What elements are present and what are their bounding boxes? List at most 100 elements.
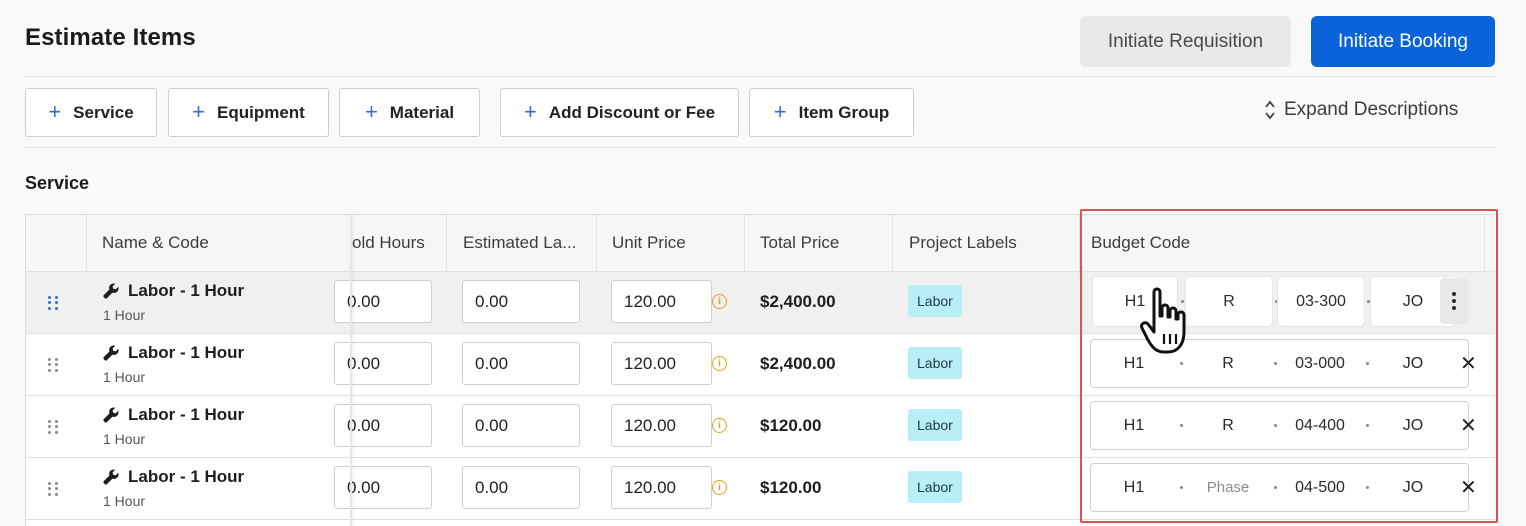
budget-segment-4[interactable]: JO bbox=[1370, 402, 1456, 449]
service-items-table: Name & Code old Hours Estimated La... Un… bbox=[25, 214, 1495, 526]
separator-dot bbox=[1366, 424, 1369, 427]
close-icon[interactable]: ✕ bbox=[1460, 413, 1477, 438]
item-name: Labor - 1 Hour bbox=[102, 405, 244, 425]
separator-dot bbox=[1367, 300, 1370, 303]
project-label-badge[interactable]: Labor bbox=[908, 471, 962, 503]
item-name-text: Labor - 1 Hour bbox=[128, 405, 245, 424]
add-item-group-button[interactable]: + Item Group bbox=[749, 88, 914, 137]
add-material-label: Material bbox=[389, 102, 455, 122]
drag-handle-icon[interactable] bbox=[48, 358, 60, 372]
item-name-text: Labor - 1 Hour bbox=[128, 343, 245, 362]
column-header-budget-code[interactable]: Budget Code bbox=[1091, 215, 1190, 271]
info-icon[interactable]: i bbox=[712, 294, 727, 309]
item-name: Labor - 1 Hour bbox=[102, 281, 244, 301]
budget-segment-4[interactable]: JO bbox=[1370, 464, 1456, 511]
more-options-icon[interactable] bbox=[1440, 278, 1468, 324]
add-service-label: Service bbox=[73, 102, 134, 122]
unit-price-input[interactable]: 120.00 bbox=[611, 342, 712, 385]
add-equipment-label: Equipment bbox=[217, 102, 305, 122]
add-discount-fee-label: Add Discount or Fee bbox=[548, 102, 716, 122]
add-discount-fee-button[interactable]: + Add Discount or Fee bbox=[500, 88, 739, 137]
item-code: 1 Hour bbox=[103, 493, 146, 509]
wrench-icon bbox=[103, 407, 119, 423]
plus-icon: + bbox=[773, 98, 787, 124]
unit-price-input[interactable]: 120.00 bbox=[611, 280, 712, 323]
separator-dot bbox=[1180, 424, 1183, 427]
add-material-button[interactable]: + Material bbox=[339, 88, 480, 137]
column-header-hours[interactable]: old Hours bbox=[352, 215, 425, 271]
unit-price-input[interactable]: 120.00 bbox=[611, 404, 712, 447]
estimated-labor-input[interactable]: 0.00 bbox=[462, 404, 580, 447]
budget-segment-4[interactable]: JO bbox=[1370, 340, 1456, 387]
total-price: $2,400.00 bbox=[760, 292, 836, 311]
page-title: Estimate Items bbox=[25, 24, 196, 51]
add-equipment-button[interactable]: + Equipment bbox=[168, 88, 329, 137]
budget-segment-2[interactable]: R bbox=[1185, 402, 1271, 449]
budget-segment-3[interactable]: 04-500 bbox=[1277, 464, 1363, 511]
drag-handle-icon[interactable] bbox=[48, 482, 60, 496]
hours-input[interactable]: 0.00 bbox=[334, 280, 432, 323]
total-price: $2,400.00 bbox=[760, 354, 836, 373]
info-icon[interactable]: i bbox=[712, 480, 727, 495]
project-label-badge[interactable]: Labor bbox=[908, 347, 962, 379]
info-icon[interactable]: i bbox=[712, 356, 727, 371]
budget-segment-3[interactable]: 04-400 bbox=[1277, 402, 1363, 449]
item-name-text: Labor - 1 Hour bbox=[128, 467, 245, 486]
unit-price-input[interactable]: 120.00 bbox=[611, 466, 712, 509]
close-icon[interactable]: ✕ bbox=[1460, 351, 1477, 376]
item-name: Labor - 1 Hour bbox=[102, 467, 244, 487]
budget-code-field[interactable]: H1 R 04-400 JO bbox=[1090, 401, 1469, 450]
budget-segment-1[interactable]: H1 bbox=[1091, 402, 1177, 449]
plus-icon: + bbox=[364, 98, 378, 124]
column-header-name[interactable]: Name & Code bbox=[102, 215, 209, 271]
hand-cursor-icon bbox=[1140, 287, 1186, 354]
add-service-button[interactable]: + Service bbox=[25, 88, 157, 137]
item-name: Labor - 1 Hour bbox=[102, 343, 244, 363]
budget-code-field[interactable]: H1 Phase 04-500 JO bbox=[1090, 463, 1469, 512]
separator-dot bbox=[1366, 362, 1369, 365]
initiate-requisition-button[interactable]: Initiate Requisition bbox=[1080, 16, 1291, 67]
hours-input[interactable]: 0.00 bbox=[334, 466, 432, 509]
budget-segment-3[interactable]: 03-000 bbox=[1277, 340, 1363, 387]
estimated-labor-input[interactable]: 0.00 bbox=[462, 280, 580, 323]
plus-icon: + bbox=[523, 98, 537, 124]
column-header-estimated-labor[interactable]: Estimated La... bbox=[463, 215, 576, 271]
estimated-labor-input[interactable]: 0.00 bbox=[462, 466, 580, 509]
expand-descriptions-button[interactable]: Expand Descriptions bbox=[1264, 99, 1458, 121]
project-label-badge[interactable]: Labor bbox=[908, 409, 962, 441]
divider bbox=[25, 147, 1495, 148]
total-price: $120.00 bbox=[760, 478, 822, 497]
budget-segment-2[interactable]: R bbox=[1186, 277, 1272, 326]
plus-icon: + bbox=[192, 98, 205, 124]
separator-dot bbox=[1180, 486, 1183, 489]
column-header-total-price[interactable]: Total Price bbox=[760, 215, 839, 271]
separator-dot bbox=[1180, 362, 1183, 365]
wrench-icon bbox=[103, 469, 119, 485]
separator-dot bbox=[1366, 486, 1369, 489]
expand-descriptions-label: Expand Descriptions bbox=[1284, 99, 1459, 120]
drag-handle-icon[interactable] bbox=[48, 420, 60, 434]
budget-segment-1[interactable]: H1 bbox=[1091, 464, 1177, 511]
expand-collapse-icon bbox=[1264, 99, 1276, 121]
close-icon[interactable]: ✕ bbox=[1460, 475, 1477, 500]
drag-handle-icon[interactable] bbox=[48, 296, 60, 310]
plus-icon: + bbox=[48, 98, 62, 124]
item-code: 1 Hour bbox=[103, 369, 146, 385]
budget-segment-3[interactable]: 03-300 bbox=[1278, 277, 1364, 326]
add-item-group-label: Item Group bbox=[798, 102, 890, 122]
column-divider bbox=[744, 215, 745, 273]
project-label-badge[interactable]: Labor bbox=[908, 285, 962, 317]
wrench-icon bbox=[103, 345, 119, 361]
budget-segment-2-placeholder[interactable]: Phase bbox=[1185, 464, 1271, 511]
estimated-labor-input[interactable]: 0.00 bbox=[462, 342, 580, 385]
info-icon[interactable]: i bbox=[712, 418, 727, 433]
initiate-booking-button[interactable]: Initiate Booking bbox=[1311, 16, 1495, 67]
hours-input[interactable]: 0.00 bbox=[334, 342, 432, 385]
item-code: 1 Hour bbox=[103, 307, 146, 323]
column-divider bbox=[446, 215, 447, 273]
column-header-unit-price[interactable]: Unit Price bbox=[612, 215, 686, 271]
hours-input[interactable]: 0.00 bbox=[334, 404, 432, 447]
column-divider bbox=[86, 215, 87, 273]
divider bbox=[25, 76, 1495, 77]
column-header-project-labels[interactable]: Project Labels bbox=[909, 215, 1017, 271]
